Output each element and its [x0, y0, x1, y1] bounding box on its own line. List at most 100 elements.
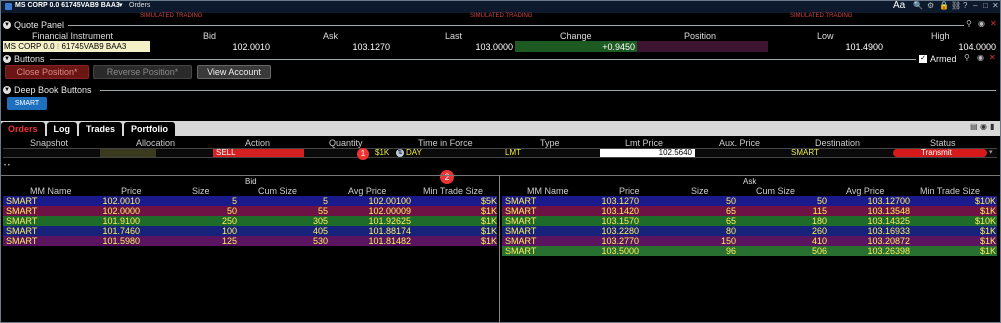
- close-panel-icon[interactable]: ✕: [989, 53, 996, 62]
- ask-mm-name-cell: SMART: [505, 196, 537, 206]
- drag-handle-icon[interactable]: • •: [4, 163, 10, 169]
- bid-value: 102.0010: [232, 42, 270, 52]
- instrument-code: 61745VAB9 BAA3: [61, 42, 127, 51]
- collapse-icon[interactable]: ▼: [3, 86, 11, 94]
- ask-book-row[interactable]: SMART 103.5000 96 506 103.26398 $1K: [502, 246, 997, 256]
- bid-col-cumsize: Cum Size: [258, 186, 298, 196]
- bid-book-row[interactable]: SMART 102.0000 50 55 102.00009 $1K: [3, 206, 497, 216]
- book-splitter[interactable]: [499, 175, 500, 323]
- globe-icon[interactable]: ◉: [977, 53, 984, 62]
- bid-cum-size-cell: 405: [312, 226, 328, 236]
- close-panel-icon[interactable]: ✕: [990, 19, 997, 28]
- bid-book-row[interactable]: SMART 101.7460 100 405 101.88174 $1K: [3, 226, 497, 236]
- reverse-position-button[interactable]: Reverse Position*: [93, 65, 192, 79]
- destination-value[interactable]: SMART: [791, 148, 819, 157]
- bid-cum-size-cell: 305: [312, 216, 328, 226]
- bid-price-cell: 102.0000: [102, 206, 140, 216]
- quote-panel-header[interactable]: ▼ Quote Panel: [3, 19, 64, 31]
- link-icon[interactable]: ⛓: [951, 1, 961, 10]
- armed-checkbox[interactable]: ✓: [919, 55, 927, 63]
- divider: [0, 175, 1001, 176]
- collapse-icon[interactable]: ▼: [3, 55, 11, 63]
- smart-button[interactable]: SMART: [7, 97, 47, 110]
- app-icon: [5, 3, 12, 10]
- bid-col-price: Price: [121, 186, 142, 196]
- col-type: Type: [540, 138, 560, 148]
- bid-min-trade-size-cell: $1K: [480, 226, 497, 236]
- ask-min-trade-size-cell: $10K: [974, 196, 996, 206]
- globe-icon[interactable]: ◉: [978, 19, 985, 28]
- ask-mm-name-cell: SMART: [505, 226, 537, 236]
- ask-size-cell: 65: [725, 216, 736, 226]
- lmt-price-field[interactable]: 102.5640: [600, 148, 695, 157]
- header-change: Change: [560, 31, 592, 41]
- menu-orders[interactable]: Orders: [129, 2, 150, 9]
- ask-avg-price-cell: 103.12700: [867, 196, 910, 206]
- maximize-icon[interactable]: □: [983, 1, 988, 10]
- bid-book-row[interactable]: SMART 102.0010 5 5 102.00100 $5K: [3, 196, 497, 206]
- change-cell: +0.9450: [515, 41, 637, 52]
- pin-icon[interactable]: ⚲: [966, 19, 972, 28]
- tab-trades[interactable]: Trades: [79, 122, 123, 136]
- quote-panel-title: Quote Panel: [14, 20, 65, 30]
- bid-avg-price-cell: 102.00100: [368, 196, 411, 206]
- ask-book-row[interactable]: SMART 103.1570 65 180 103.14325 $10K: [502, 216, 997, 226]
- bid-col-mintrade: Min Trade Size: [423, 186, 484, 196]
- type-value[interactable]: LMT: [505, 148, 521, 157]
- close-icon[interactable]: ✕: [992, 1, 999, 10]
- header-last: Last: [445, 31, 463, 41]
- bid-book-row[interactable]: SMART 101.9100 250 305 101.92625 $1K: [3, 216, 497, 226]
- collapse-icon[interactable]: ▼: [3, 21, 11, 29]
- quantity-value[interactable]: $1K: [375, 148, 389, 157]
- col-snapshot: Snapshot: [30, 138, 69, 148]
- col-status: Status: [930, 138, 956, 148]
- ask-book-row[interactable]: SMART 103.1270 50 50 103.12700 $10K: [502, 196, 997, 206]
- font-size-button[interactable]: Aa: [893, 0, 905, 11]
- ask-min-trade-size-cell: $10K: [974, 216, 996, 226]
- tab-log[interactable]: Log: [46, 122, 78, 136]
- allocation-cell[interactable]: [100, 149, 156, 157]
- tab-orders[interactable]: Orders: [1, 122, 45, 136]
- order-row[interactable]: SELL 1 $1K ⇅ DAY LMT 102.5640 SMART Tran…: [3, 148, 997, 160]
- window-title[interactable]: MS CORP 0.0 61745VAB9 BAA3: [15, 2, 120, 9]
- ask-col-price: Price: [619, 186, 640, 196]
- instrument-field[interactable]: MS CORP 0.0 ⁝ 61745VAB9 BAA3: [3, 41, 150, 52]
- close-position-button[interactable]: Close Position*: [5, 65, 89, 79]
- chevron-down-icon[interactable]: ▾: [989, 148, 993, 156]
- zoom-icon[interactable]: 🔍: [913, 1, 923, 10]
- spin-icon[interactable]: ⇅: [396, 149, 404, 157]
- action-cell[interactable]: SELL: [213, 148, 304, 157]
- ask-cum-size-cell: 115: [812, 206, 827, 216]
- ask-mm-name-cell: SMART: [505, 216, 537, 226]
- bid-book-row[interactable]: SMART 101.5980 125 530 101.81482 $1K: [3, 236, 497, 246]
- last-value: 103.0000: [475, 42, 513, 52]
- sim-label-2: SIMULATED TRADING: [470, 13, 533, 19]
- chevron-down-icon[interactable]: ▾: [119, 1, 123, 9]
- minimize-icon[interactable]: –: [973, 1, 977, 10]
- header-position: Position: [684, 31, 717, 41]
- tab-portfolio[interactable]: Portfolio: [124, 122, 176, 136]
- col-allocation: Allocation: [136, 138, 176, 148]
- print-icon[interactable]: ▤: [970, 122, 978, 131]
- gear-icon[interactable]: ⚙: [927, 1, 934, 10]
- col-aux-price: Aux. Price: [719, 138, 761, 148]
- transmit-button[interactable]: Transmit: [893, 148, 987, 157]
- buttons-panel-header[interactable]: ▼ Buttons: [3, 53, 45, 65]
- lock-icon[interactable]: ▮: [990, 122, 994, 131]
- globe-icon[interactable]: ◉: [980, 122, 987, 131]
- ask-mm-name-cell: SMART: [505, 236, 537, 246]
- bid-min-trade-size-cell: $1K: [480, 206, 497, 216]
- ask-size-cell: 80: [725, 226, 736, 236]
- tif-value[interactable]: DAY: [406, 148, 422, 157]
- deep-book-buttons-header[interactable]: ▼ Deep Book Buttons: [3, 84, 92, 96]
- view-account-button[interactable]: View Account: [197, 65, 271, 79]
- bid-avg-price-cell: 101.81482: [368, 236, 411, 246]
- ask-book-row[interactable]: SMART 103.2280 80 260 103.16933 $1K: [502, 226, 997, 236]
- lock-icon[interactable]: 🔒: [939, 1, 949, 10]
- ask-book-row[interactable]: SMART 103.2770 150 410 103.20872 $1K: [502, 236, 997, 246]
- action-value: SELL: [216, 148, 236, 157]
- pin-icon[interactable]: ⚲: [964, 53, 970, 62]
- help-icon[interactable]: ?: [963, 1, 967, 10]
- ask-book-row[interactable]: SMART 103.1420 65 115 103.13548 $1K: [502, 206, 997, 216]
- header-instrument: Financial Instrument: [32, 31, 114, 41]
